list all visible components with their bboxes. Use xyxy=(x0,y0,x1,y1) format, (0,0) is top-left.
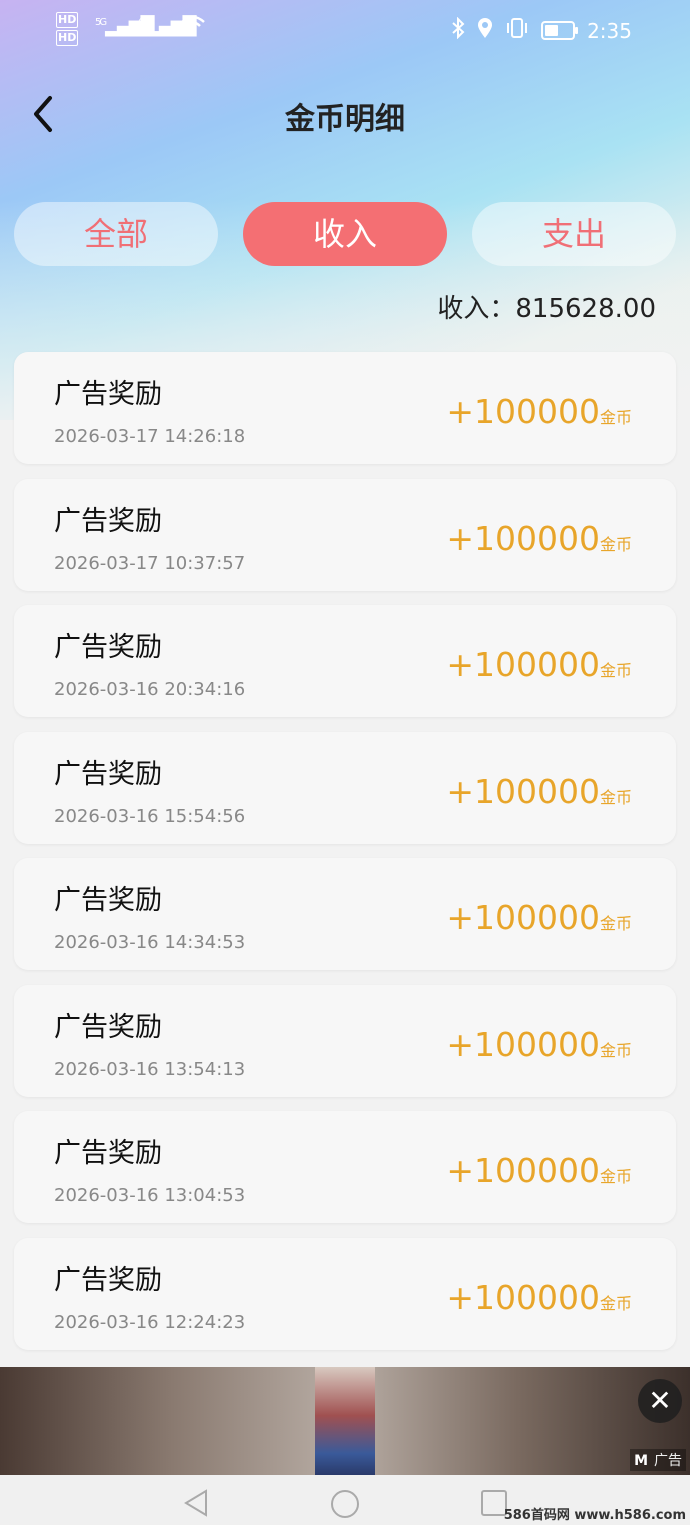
record-amount: +100000金币 xyxy=(446,1025,632,1064)
close-icon[interactable]: ✕ xyxy=(638,1379,682,1423)
battery-icon xyxy=(541,21,579,40)
records-list: 广告奖励 2026-03-17 14:26:18 +100000金币 广告奖励 … xyxy=(14,352,676,1364)
circle-home-icon xyxy=(331,1490,359,1518)
amount-unit: 金币 xyxy=(599,1167,632,1186)
record-title: 广告奖励 xyxy=(54,1138,162,1169)
record-title: 广告奖励 xyxy=(54,632,162,663)
tab-income-label: 收入 xyxy=(312,215,377,253)
amount-value: +100000 xyxy=(446,898,600,937)
amount-unit: 金币 xyxy=(599,408,632,427)
record-time: 2026-03-16 15:54:56 xyxy=(54,805,246,827)
summary-value: 815628.00 xyxy=(515,294,656,324)
record-amount: +100000金币 xyxy=(446,645,632,684)
tab-expense-label: 支出 xyxy=(541,215,606,253)
record-amount: +100000金币 xyxy=(446,1278,632,1317)
amount-value: +100000 xyxy=(446,645,600,684)
tab-all-label: 全部 xyxy=(83,215,148,253)
list-item[interactable]: 广告奖励 2026-03-17 14:26:18 +100000金币 xyxy=(14,352,676,464)
vibrate-icon xyxy=(505,17,529,44)
amount-value: +100000 xyxy=(446,1151,600,1190)
amount-unit: 金币 xyxy=(599,914,632,933)
status-bar: HD HD 5G▂▄▆█ 4G▂▄▆█ 2:35 xyxy=(0,0,690,60)
list-item[interactable]: 广告奖励 2026-03-16 20:34:16 +100000金币 xyxy=(14,605,676,717)
amount-value: +100000 xyxy=(446,771,600,811)
record-time: 2026-03-16 14:34:53 xyxy=(54,932,246,953)
record-time: 2026-03-16 20:34:16 xyxy=(54,679,246,700)
location-icon xyxy=(477,17,493,44)
ad-label: 广告 xyxy=(654,1453,682,1469)
amount-unit: 金币 xyxy=(599,1293,632,1313)
sim-indicators: HD HD xyxy=(56,12,79,48)
ad-banner[interactable]: ✕ M 广告 xyxy=(0,1367,690,1475)
record-amount: +100000金币 xyxy=(446,898,632,937)
record-title: 广告奖励 xyxy=(54,379,162,410)
record-title: 广告奖励 xyxy=(54,758,162,790)
amount-unit: 金币 xyxy=(599,661,632,680)
clock: 2:35 xyxy=(587,18,632,43)
list-item[interactable]: 广告奖励 2026-03-16 13:04:53 +100000金币 xyxy=(14,1111,676,1223)
nav-back-button[interactable] xyxy=(182,1489,210,1517)
nav-home-button[interactable] xyxy=(330,1489,359,1518)
amount-value: +100000 xyxy=(446,392,600,431)
summary-label: 收入： xyxy=(437,294,516,324)
watermark: 586首码网 www.h586.com xyxy=(503,1508,686,1523)
record-amount: +100000金币 xyxy=(446,392,632,431)
tab-income[interactable]: 收入 xyxy=(243,202,447,266)
ad-badge: M 广告 xyxy=(630,1449,686,1471)
amount-unit: 金币 xyxy=(599,1040,632,1060)
record-title: 广告奖励 xyxy=(54,1011,162,1043)
record-time: 2026-03-16 13:04:53 xyxy=(54,1185,246,1206)
amount-unit: 金币 xyxy=(599,787,632,807)
record-time: 2026-03-17 14:26:18 xyxy=(54,426,246,447)
list-item[interactable]: 广告奖励 2026-03-16 12:24:23 +100000金币 xyxy=(14,1237,676,1350)
list-item[interactable]: 广告奖励 2026-03-17 10:37:57 +100000金币 xyxy=(14,478,676,591)
record-time: 2026-03-16 12:24:23 xyxy=(54,1311,246,1333)
list-item[interactable]: 广告奖励 2026-03-16 13:54:13 +100000金币 xyxy=(14,984,676,1097)
list-item[interactable]: 广告奖励 2026-03-16 15:54:56 +100000金币 xyxy=(14,731,676,844)
tab-all[interactable]: 全部 xyxy=(14,202,218,266)
status-right: 2:35 xyxy=(451,16,632,44)
record-time: 2026-03-16 13:54:13 xyxy=(54,1058,246,1080)
amount-value: +100000 xyxy=(446,1024,600,1064)
amount-value: +100000 xyxy=(446,518,600,558)
amount-unit: 金币 xyxy=(599,534,632,554)
record-title: 广告奖励 xyxy=(54,885,162,916)
record-amount: +100000金币 xyxy=(446,1151,632,1190)
record-time: 2026-03-17 10:37:57 xyxy=(54,552,246,574)
record-title: 广告奖励 xyxy=(54,505,162,537)
record-amount: +100000金币 xyxy=(446,519,632,558)
tab-expense[interactable]: 支出 xyxy=(472,202,676,266)
record-title: 广告奖励 xyxy=(54,1264,162,1296)
amount-value: +100000 xyxy=(446,1277,600,1317)
hd-badge-1: HD xyxy=(56,12,79,28)
wifi-icon xyxy=(180,14,206,42)
triangle-back-icon xyxy=(184,1489,207,1517)
bluetooth-icon xyxy=(451,16,465,44)
page-title: 金币明细 xyxy=(285,102,405,137)
battery-fill xyxy=(545,25,559,36)
record-amount: +100000金币 xyxy=(446,772,632,811)
income-summary: 收入：815628.00 xyxy=(437,288,656,325)
hd-badge-2: HD xyxy=(56,30,79,46)
ad-brand-mark: M xyxy=(634,1453,648,1469)
list-item[interactable]: 广告奖励 2026-03-16 14:34:53 +100000金币 xyxy=(14,858,676,970)
ad-thumbnail-image[interactable] xyxy=(315,1367,375,1475)
